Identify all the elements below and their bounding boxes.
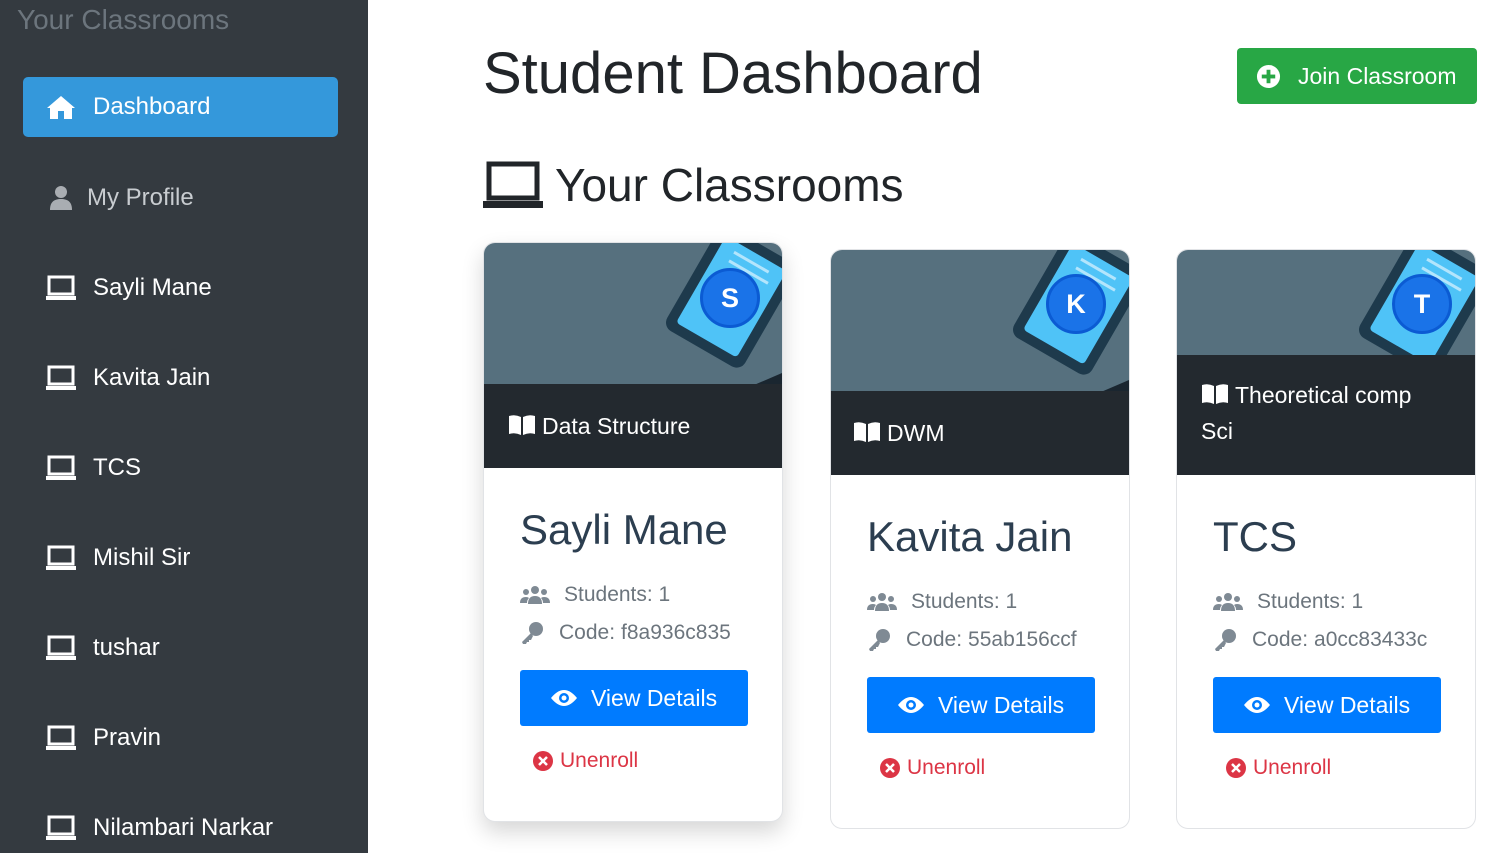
key-icon bbox=[1213, 628, 1237, 652]
class-code: Code: a0cc83433c bbox=[1213, 621, 1475, 659]
sidebar-item-tushar[interactable]: tushar bbox=[23, 618, 338, 678]
class-code: Code: 55ab156ccf bbox=[867, 621, 1129, 659]
section-heading-label: Your Classrooms bbox=[555, 159, 904, 211]
laptop-icon bbox=[45, 362, 77, 394]
book-icon bbox=[1202, 384, 1228, 404]
view-details-button[interactable]: View Details bbox=[867, 677, 1095, 733]
card-banner: T Theoretical comp Sci bbox=[1177, 250, 1475, 475]
sidebar-item-my-profile[interactable]: My Profile bbox=[23, 168, 338, 228]
students-label: Students: 1 bbox=[564, 583, 671, 606]
classroom-card: S Data Structure Sayli Mane Students: 1 … bbox=[483, 242, 783, 822]
close-circle-icon bbox=[880, 758, 900, 778]
eye-icon bbox=[898, 697, 924, 713]
sidebar-title: Your Classrooms bbox=[17, 4, 230, 35]
unenroll-label: Unenroll bbox=[1253, 756, 1332, 779]
page-title: Student Dashboard bbox=[483, 41, 983, 106]
sidebar-item-label: tushar bbox=[93, 634, 160, 661]
laptop-icon bbox=[483, 161, 543, 208]
view-details-label: View Details bbox=[591, 684, 718, 711]
classroom-card: K DWM Kavita Jain Students: 1 Code: 55ab… bbox=[830, 249, 1130, 829]
sidebar-item-pravin[interactable]: Pravin bbox=[23, 708, 338, 768]
laptop-icon bbox=[45, 542, 77, 574]
sidebar-item-label: Dashboard bbox=[93, 93, 211, 120]
laptop-icon bbox=[45, 632, 77, 664]
laptop-icon bbox=[45, 452, 77, 484]
code-label: Code: bbox=[906, 628, 963, 651]
laptop-icon bbox=[45, 272, 77, 304]
code-value: a0cc83433c bbox=[1314, 628, 1428, 651]
laptop-icon bbox=[45, 812, 77, 844]
home-icon bbox=[45, 91, 77, 123]
unenroll-label: Unenroll bbox=[560, 749, 639, 772]
sidebar-item-kavita-jain[interactable]: Kavita Jain bbox=[23, 348, 338, 408]
users-icon bbox=[520, 585, 550, 605]
eye-icon bbox=[551, 690, 577, 706]
code-label: Code: bbox=[559, 621, 616, 644]
sidebar-item-mishil-sir[interactable]: Mishil Sir bbox=[23, 528, 338, 588]
students-count: Students: 1 bbox=[867, 583, 1129, 621]
join-classroom-label: Join Classroom bbox=[1298, 62, 1457, 89]
sidebar: Your Classrooms Dashboard My Profile Say… bbox=[0, 0, 368, 853]
teacher-name: Sayli Mane bbox=[520, 506, 728, 553]
subject-name: Data Structure bbox=[542, 413, 691, 439]
students-label: Students: 1 bbox=[911, 590, 1018, 613]
sidebar-item-label: Sayli Mane bbox=[93, 274, 212, 301]
unenroll-button[interactable]: Unenroll bbox=[880, 756, 985, 780]
subject-name: Theoretical comp bbox=[1235, 382, 1412, 408]
sidebar-item-label: Nilambari Narkar bbox=[93, 814, 274, 841]
sidebar-item-label: Mishil Sir bbox=[93, 544, 191, 571]
code-label: Code: bbox=[1252, 628, 1309, 651]
sidebar-item-label: My Profile bbox=[87, 184, 194, 211]
main-content: Student Dashboard Join Classroom Your Cl… bbox=[368, 0, 1504, 853]
card-banner: K DWM bbox=[831, 250, 1129, 475]
students-count: Students: 1 bbox=[1213, 583, 1475, 621]
sidebar-item-label: Kavita Jain bbox=[93, 364, 211, 391]
code-value: 55ab156ccf bbox=[968, 628, 1077, 651]
unenroll-button[interactable]: Unenroll bbox=[533, 749, 638, 773]
book-icon bbox=[854, 422, 880, 442]
unenroll-label: Unenroll bbox=[907, 756, 986, 779]
book-icon bbox=[509, 415, 535, 435]
sidebar-item-label: TCS bbox=[93, 454, 141, 481]
key-icon bbox=[867, 628, 891, 652]
code-value: f8a936c835 bbox=[621, 621, 731, 644]
plus-circle-icon bbox=[1256, 64, 1281, 88]
subject-strip: DWM bbox=[831, 391, 1129, 475]
eye-icon bbox=[1244, 697, 1270, 713]
user-icon bbox=[45, 182, 77, 214]
sidebar-item-nilambari-narkar[interactable]: Nilambari Narkar bbox=[23, 798, 338, 853]
key-icon bbox=[520, 621, 544, 645]
join-classroom-button[interactable]: Join Classroom bbox=[1237, 48, 1477, 104]
sidebar-item-tcs[interactable]: TCS bbox=[23, 438, 338, 498]
close-circle-icon bbox=[1226, 758, 1246, 778]
teacher-name: Kavita Jain bbox=[867, 513, 1073, 560]
students-count: Students: 1 bbox=[520, 576, 782, 614]
users-icon bbox=[867, 592, 897, 612]
sidebar-item-label: Pravin bbox=[93, 724, 162, 751]
view-details-label: View Details bbox=[938, 691, 1065, 718]
sidebar-item-sayli-mane[interactable]: Sayli Mane bbox=[23, 258, 338, 318]
classroom-avatar: K bbox=[1046, 274, 1106, 334]
view-details-label: View Details bbox=[1284, 691, 1411, 718]
classroom-avatar: T bbox=[1392, 274, 1452, 334]
classroom-card: T Theoretical comp Sci TCS Students: 1 C… bbox=[1176, 249, 1476, 829]
subject-strip: Data Structure bbox=[484, 384, 782, 468]
class-code: Code: f8a936c835 bbox=[520, 614, 782, 652]
users-icon bbox=[1213, 592, 1243, 612]
view-details-button[interactable]: View Details bbox=[520, 670, 748, 726]
view-details-button[interactable]: View Details bbox=[1213, 677, 1441, 733]
teacher-name: TCS bbox=[1213, 513, 1297, 560]
subject-name: DWM bbox=[887, 420, 945, 446]
subject-name-continued: Sci bbox=[1201, 418, 1233, 444]
close-circle-icon bbox=[533, 751, 553, 771]
subject-strip: Theoretical comp Sci bbox=[1177, 355, 1475, 475]
classroom-avatar: S bbox=[700, 268, 760, 328]
laptop-icon bbox=[45, 722, 77, 754]
sidebar-item-dashboard[interactable]: Dashboard bbox=[23, 77, 338, 137]
section-heading: Your Classrooms bbox=[483, 158, 904, 212]
card-banner: S Data Structure bbox=[484, 243, 782, 468]
students-label: Students: 1 bbox=[1257, 590, 1364, 613]
unenroll-button[interactable]: Unenroll bbox=[1226, 756, 1331, 780]
